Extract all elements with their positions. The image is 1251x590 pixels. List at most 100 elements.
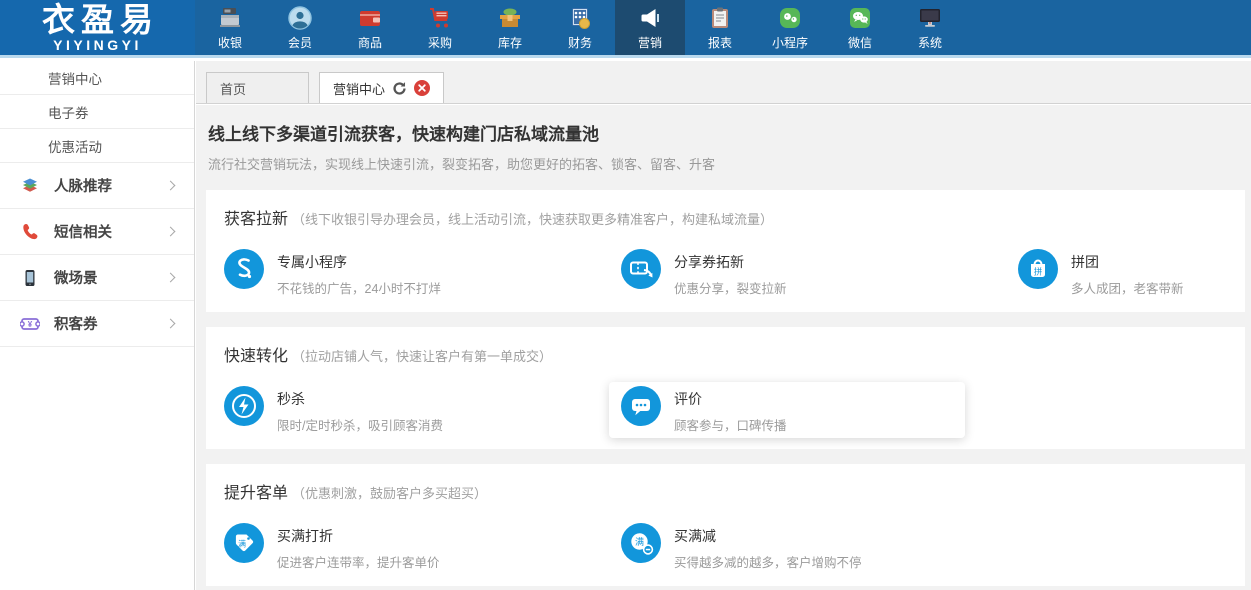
top-navbar: 衣盈易 YIYINGYI 收银 会员 商品 采购 (0, 0, 1251, 58)
feature-desc: 买得越多减的越多，客户增购不停 (674, 552, 862, 571)
sidebar-item-label: 人脉推荐 (54, 175, 112, 196)
tab-label: 营销中心 (333, 79, 385, 98)
share-coupon-icon (621, 249, 661, 289)
section-title: 获客拉新 (224, 205, 288, 229)
section-note: （优惠刺激，鼓励客户多买超买） (292, 483, 487, 502)
nav-item-system[interactable]: 系统 (895, 0, 965, 55)
nav-label: 会员 (288, 34, 312, 51)
nav-item-finance[interactable]: 财务 (545, 0, 615, 55)
nav-item-marketing[interactable]: 营销 (615, 0, 685, 55)
section-title: 快速转化 (224, 342, 288, 366)
spend-reduction-icon: 满 (621, 523, 661, 563)
tab-marketing-center[interactable]: 营销中心 (319, 72, 444, 103)
sidebar-item-marketing-center[interactable]: 营销中心 (0, 61, 194, 95)
feature-title: 买满减 (674, 526, 862, 546)
feature-desc: 优惠分享，裂变拉新 (674, 278, 787, 297)
sidebar-item-referral[interactable]: 人脉推荐 (0, 163, 194, 209)
reports-clipboard-icon (707, 5, 733, 31)
nav-item-products[interactable]: 商品 (335, 0, 405, 55)
sidebar-item-label: 短信相关 (54, 221, 112, 242)
section-note: （拉动店铺人气，快速让客户有第一单成交） (292, 346, 552, 365)
feature-desc: 顾客参与，口碑传播 (674, 415, 787, 434)
top-nav-menu: 收银 会员 商品 采购 库存 (195, 0, 965, 55)
sidebar-item-evoucher[interactable]: 电子券 (0, 95, 194, 129)
nav-item-inventory[interactable]: 库存 (475, 0, 545, 55)
sidebar-item-wescene[interactable]: 微场景 (0, 255, 194, 301)
feature-desc: 限时/定时秒杀，吸引顾客消费 (277, 415, 443, 434)
feature-card-spend-reduction[interactable]: 满 买满减 买得越多减的越多，客户增购不停 (621, 523, 1018, 571)
sidebar-item-label: 积客券 (54, 313, 98, 334)
ticket-icon: ¥ (20, 314, 40, 334)
section-acquire-customers: 获客拉新 （线下收银引导办理会员，线上活动引流，快速获取更多精准客户，构建私域流… (206, 190, 1245, 312)
svg-text:¥: ¥ (28, 320, 33, 329)
member-icon (287, 5, 313, 31)
section-title: 提升客单 (224, 479, 288, 503)
feature-card-share-coupon[interactable]: 分享券拓新 优惠分享，裂变拉新 (621, 249, 1018, 297)
svg-text:拼: 拼 (1034, 267, 1043, 277)
nav-label: 小程序 (772, 34, 808, 51)
products-icon (357, 5, 383, 31)
nav-label: 库存 (498, 34, 522, 51)
chevron-right-icon (166, 273, 176, 283)
section-increase-order-value: 提升客单 （优惠刺激，鼓励客户多买超买） 满 买满打折 促进客户连带率，提升客单… (206, 464, 1245, 586)
sidebar-item-label: 营销中心 (48, 68, 102, 88)
nav-item-miniprogram[interactable]: 小程序 (755, 0, 825, 55)
nav-label: 微信 (848, 34, 872, 51)
system-monitor-icon (917, 5, 943, 31)
feature-card-group-buy[interactable]: 拼 拼团 多人成团，老客带新 (1018, 249, 1245, 297)
svg-text:满: 满 (635, 537, 644, 547)
close-icon[interactable] (414, 80, 430, 96)
nav-label: 营销 (638, 34, 662, 51)
feature-title: 分享券拓新 (674, 252, 787, 272)
nav-item-wechat[interactable]: 微信 (825, 0, 895, 55)
nav-label: 商品 (358, 34, 382, 51)
sidebar-item-coupon[interactable]: ¥ 积客券 (0, 301, 194, 347)
feature-title: 拼团 (1071, 252, 1184, 272)
nav-item-purchase[interactable]: 采购 (405, 0, 475, 55)
feature-card-miniprogram[interactable]: 专属小程序 不花钱的广告，24小时不打烊 (224, 249, 621, 297)
review-bubble-icon (621, 386, 661, 426)
chevron-right-icon (166, 227, 176, 237)
nav-label: 系统 (918, 34, 942, 51)
brand-title: 衣盈易 (36, 3, 159, 36)
feature-title: 专属小程序 (277, 252, 441, 272)
nav-label: 收银 (218, 34, 242, 51)
nav-item-member[interactable]: 会员 (265, 0, 335, 55)
page-subtitle: 流行社交营销玩法，实现线上快速引流，裂变拓客，助您更好的拓客、锁客、留客、升客 (208, 154, 1245, 173)
sidebar: 营销中心 电子券 优惠活动 人脉推荐 短信相关 微场景 ¥ 积客券 (0, 61, 195, 590)
chevron-right-icon (166, 319, 176, 329)
feature-card-spend-discount[interactable]: 满 买满打折 促进客户连带率，提升客单价 (224, 523, 621, 571)
cash-register-icon (217, 5, 243, 31)
finance-abacus-icon (567, 5, 593, 31)
sidebar-item-promotions[interactable]: 优惠活动 (0, 129, 194, 163)
feature-desc: 多人成团，老客带新 (1071, 278, 1184, 297)
phone-icon (20, 222, 40, 242)
sidebar-item-label: 微场景 (54, 267, 98, 288)
main-content: 线上线下多渠道引流获客，快速构建门店私域流量池 流行社交营销玩法，实现线上快速引… (196, 105, 1251, 590)
mobile-icon (20, 268, 40, 288)
flash-sale-icon (224, 386, 264, 426)
refresh-icon[interactable] (392, 81, 407, 96)
feature-desc: 促进客户连带率，提升客单价 (277, 552, 440, 571)
inventory-box-icon (497, 5, 523, 31)
sidebar-item-sms[interactable]: 短信相关 (0, 209, 194, 255)
marketing-megaphone-icon (637, 5, 663, 31)
feature-title: 评价 (674, 389, 787, 409)
svg-text:满: 满 (238, 539, 246, 549)
layers-icon (20, 176, 40, 196)
tab-label: 首页 (220, 79, 246, 98)
feature-card-flash-sale[interactable]: 秒杀 限时/定时秒杀，吸引顾客消费 (224, 386, 621, 438)
feature-title: 买满打折 (277, 526, 440, 546)
chevron-right-icon (166, 181, 176, 191)
tab-home[interactable]: 首页 (206, 72, 309, 103)
feature-title: 秒杀 (277, 389, 443, 409)
brand-logo[interactable]: 衣盈易 YIYINGYI (0, 0, 195, 55)
nav-item-reports[interactable]: 报表 (685, 0, 755, 55)
nav-item-cashier[interactable]: 收银 (195, 0, 265, 55)
miniprogram-feature-icon (224, 249, 264, 289)
feature-card-review[interactable]: 评价 顾客参与，口碑传播 (609, 382, 965, 438)
section-note: （线下收银引导办理会员，线上活动引流，快速获取更多精准客户，构建私域流量） (292, 209, 773, 228)
section-fast-conversion: 快速转化 （拉动店铺人气，快速让客户有第一单成交） 秒杀 限时/定时秒杀，吸引顾… (206, 327, 1245, 449)
group-buy-bag-icon: 拼 (1018, 249, 1058, 289)
tab-bar: 首页 营销中心 (196, 61, 1251, 104)
